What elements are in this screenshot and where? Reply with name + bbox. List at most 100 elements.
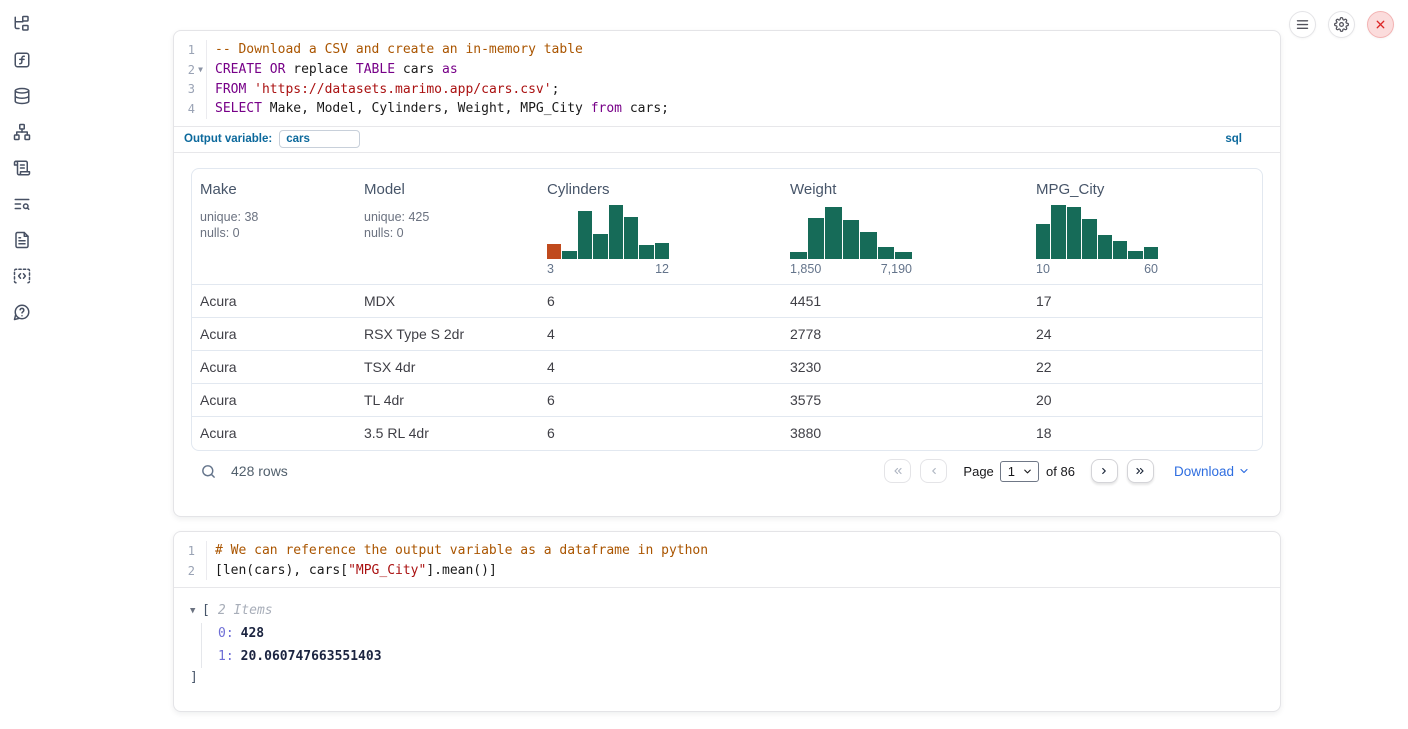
line-number: 2 (188, 63, 195, 77)
row-count: 428 rows (231, 463, 288, 479)
histogram-bar[interactable] (1082, 219, 1096, 258)
page-label: Page (963, 464, 993, 479)
page-select[interactable]: 1 (1000, 461, 1039, 482)
tree-entry[interactable]: 0:428 (218, 623, 1280, 646)
shutdown-close-icon[interactable] (1367, 11, 1394, 38)
output-variable-input[interactable] (279, 130, 360, 148)
histogram-bar[interactable] (578, 211, 592, 259)
line-gutter: 2▼ (174, 60, 207, 80)
histogram-bar[interactable] (825, 207, 842, 258)
prev-page-button[interactable] (920, 459, 947, 483)
settings-gear-icon[interactable] (1328, 11, 1355, 38)
python-code-editor[interactable]: 1# We can reference the output variable … (174, 532, 1280, 588)
code-token (262, 62, 270, 77)
column-header[interactable]: MPG_City1060 (1028, 169, 1262, 284)
histogram-bar[interactable] (808, 218, 825, 259)
first-page-button[interactable] (884, 459, 911, 483)
table-search-icon[interactable] (200, 463, 217, 480)
document-icon[interactable] (11, 229, 33, 251)
histogram-bar[interactable] (655, 243, 669, 259)
last-page-button[interactable] (1127, 459, 1154, 483)
code-token: cars (395, 62, 442, 77)
table-row[interactable]: AcuraTL 4dr6357520 (192, 384, 1262, 417)
column-header[interactable]: Cylinders312 (539, 169, 782, 284)
column-header[interactable]: Weight1,8507,190 (782, 169, 1028, 284)
column-header[interactable]: Makeunique: 38nulls: 0 (192, 169, 356, 284)
download-button[interactable]: Download (1174, 464, 1250, 479)
python-cell: 1# We can reference the output variable … (173, 531, 1281, 712)
histogram-bar[interactable] (609, 205, 623, 259)
function-icon[interactable] (11, 49, 33, 71)
column-header[interactable]: Modelunique: 425nulls: 0 (356, 169, 539, 284)
menu-icon[interactable] (1289, 11, 1316, 38)
sql-cell: 1 -- Download a CSV and create an in-memo… (173, 30, 1281, 517)
code-token: replace (285, 62, 355, 77)
snippets-icon[interactable] (11, 265, 33, 287)
script-icon[interactable] (11, 157, 33, 179)
sidebar (0, 0, 44, 729)
tree-open-bracket: [ (202, 603, 210, 618)
histogram-bar[interactable] (895, 252, 912, 259)
table-row[interactable]: Acura3.5 RL 4dr6388018 (192, 417, 1262, 450)
code-token (246, 82, 254, 97)
python-output-tree: ▼ [ 2 Items 0:4281:20.060747663551403 ] (174, 588, 1280, 687)
histogram-bar[interactable] (624, 217, 638, 259)
code-token: ; (552, 82, 560, 97)
line-number: 2 (188, 564, 195, 578)
table-cell: 18 (1028, 425, 1262, 441)
histogram-bar[interactable] (1036, 224, 1050, 259)
database-icon[interactable] (11, 85, 33, 107)
histogram-axis-labels: 1,8507,190 (790, 262, 912, 276)
table-cell: 6 (539, 293, 782, 309)
histogram-bar[interactable] (878, 247, 895, 259)
table-cell: RSX Type S 2dr (356, 326, 539, 342)
table-row[interactable]: AcuraTSX 4dr4323022 (192, 351, 1262, 384)
table-row[interactable]: AcuraRSX Type S 2dr4277824 (192, 318, 1262, 351)
code-text: [len(cars), cars["MPG_City"].mean()] (207, 563, 497, 578)
histogram-bar[interactable] (1144, 247, 1158, 259)
page-select-value: 1 (1008, 464, 1015, 479)
line-gutter: 1 (174, 541, 207, 561)
histogram-bars (547, 205, 669, 259)
tree-entry[interactable]: 1:20.060747663551403 (218, 646, 1280, 669)
table-cell: Acura (192, 392, 356, 408)
histogram-bar[interactable] (860, 232, 877, 259)
code-line: 2▼CREATE OR replace TABLE cars as (174, 60, 1280, 80)
histogram-bar[interactable] (1128, 251, 1142, 259)
histogram-bar[interactable] (547, 244, 561, 259)
collapse-caret-icon[interactable]: ▼ (190, 606, 202, 616)
code-text: SELECT Make, Model, Cylinders, Weight, M… (207, 101, 669, 116)
table-cell: MDX (356, 293, 539, 309)
histogram-bar[interactable] (639, 245, 653, 259)
code-line: 1# We can reference the output variable … (174, 541, 1280, 561)
code-token: -- Download a CSV and create an in-memor… (215, 42, 583, 57)
histogram-bar[interactable] (1051, 205, 1065, 259)
table-cell: Acura (192, 425, 356, 441)
table-cell: 4 (539, 326, 782, 342)
histogram-bar[interactable] (593, 234, 607, 258)
histogram-bar[interactable] (843, 220, 860, 259)
table-row[interactable]: AcuraMDX6445117 (192, 285, 1262, 318)
line-number: 4 (188, 102, 195, 116)
histogram-bar[interactable] (1098, 235, 1112, 259)
sql-code-editor[interactable]: 1-- Download a CSV and create an in-memo… (174, 31, 1280, 126)
search-logs-icon[interactable] (11, 193, 33, 215)
data-table: Makeunique: 38nulls: 0Modelunique: 425nu… (191, 168, 1263, 451)
column-stat: unique: 425 (364, 209, 531, 226)
histogram-bar[interactable] (562, 251, 576, 259)
help-icon[interactable] (11, 301, 33, 323)
axis-max-label: 60 (1144, 262, 1158, 276)
table-cell: 20 (1028, 392, 1262, 408)
histogram-bar[interactable] (1067, 207, 1081, 258)
column-stat: unique: 38 (200, 209, 348, 226)
histogram-bar[interactable] (790, 252, 807, 259)
file-tree-icon[interactable] (11, 13, 33, 35)
fold-chevron-icon[interactable]: ▼ (195, 65, 206, 74)
line-number: 3 (188, 82, 195, 96)
dependency-graph-icon[interactable] (11, 121, 33, 143)
code-token: SELECT (215, 101, 262, 116)
next-page-button[interactable] (1091, 459, 1118, 483)
histogram-bar[interactable] (1113, 241, 1127, 259)
code-token: CREATE (215, 62, 262, 77)
table-header: Makeunique: 38nulls: 0Modelunique: 425nu… (192, 169, 1262, 285)
